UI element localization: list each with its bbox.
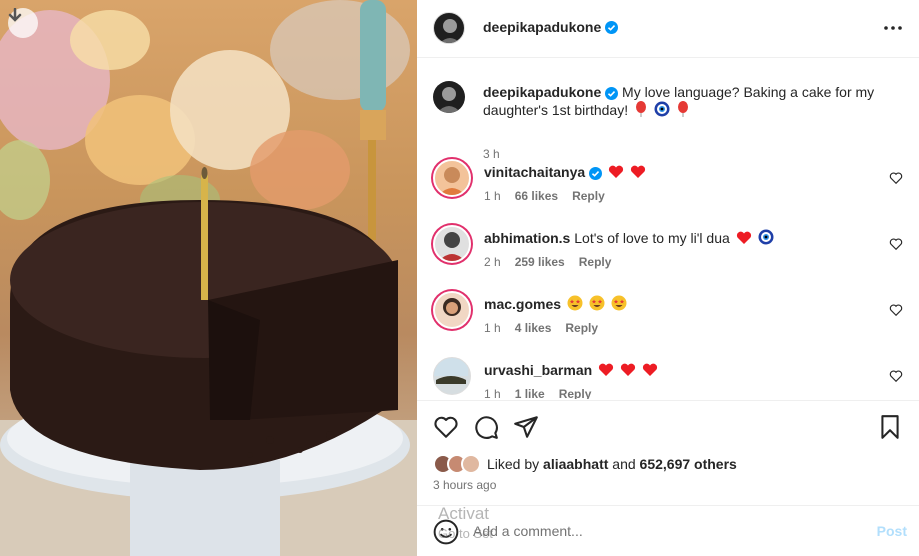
comment-likes[interactable]: 66 likes	[515, 189, 558, 203]
comment-bubble-icon[interactable]	[473, 414, 499, 440]
comment-item: vinitachaitanya 1 h 66 likes Reply	[433, 159, 903, 209]
comment-body: abhimation.s Lot's of love to my li'l du…	[484, 229, 774, 247]
like-comment-icon[interactable]	[889, 369, 903, 383]
download-button[interactable]	[8, 8, 38, 38]
red-heart-icon	[630, 165, 645, 178]
balloon-icon	[635, 101, 646, 117]
post-image	[0, 0, 417, 556]
comments-section[interactable]: deepikapadukone My love language? Baking…	[417, 59, 919, 399]
red-heart-icon	[608, 165, 624, 178]
windows-activation-watermark: Activat Go to Set	[438, 504, 493, 544]
like-comment-icon[interactable]	[889, 303, 903, 317]
more-options-icon	[884, 26, 902, 30]
likes-summary: Liked by aliaabhatt and 652,697 others	[433, 454, 737, 474]
liked-by-prefix: Liked by	[487, 456, 540, 472]
liked-by-user[interactable]: aliaabhatt	[543, 456, 608, 472]
comment-item: mac.gomes 1 h 4 likes Reply	[433, 291, 903, 341]
verified-badge-icon	[605, 20, 619, 34]
red-heart-icon	[620, 363, 636, 376]
comment-meta: 1 h 1 like Reply	[484, 387, 591, 399]
commenter-username[interactable]: urvashi_barman	[484, 362, 592, 378]
evil-eye-icon	[758, 229, 774, 245]
like-comment-icon[interactable]	[889, 171, 903, 185]
comment-time: 2 h	[484, 255, 501, 269]
liked-by-others[interactable]: 652,697 others	[640, 456, 737, 472]
star-eyes-emoji-icon	[611, 295, 627, 311]
comment-input[interactable]	[473, 520, 833, 542]
paper-plane-icon[interactable]	[513, 414, 539, 440]
commenter-avatar[interactable]	[433, 225, 471, 263]
more-options-button[interactable]	[883, 18, 903, 38]
caption-body: deepikapadukone My love language? Baking…	[483, 83, 893, 119]
comment-meta: 1 h 4 likes Reply	[484, 321, 598, 335]
verified-badge-icon	[589, 166, 603, 180]
comment-body: urvashi_barman	[484, 361, 658, 379]
red-heart-icon	[736, 231, 751, 244]
reply-button[interactable]: Reply	[579, 255, 612, 269]
reply-button[interactable]: Reply	[572, 189, 605, 203]
commenter-avatar[interactable]	[433, 159, 471, 197]
liked-by-avatars	[433, 454, 481, 474]
caption-author[interactable]: deepikapadukone	[483, 84, 601, 100]
watermark-line2: Go to Set	[438, 526, 493, 541]
balloon-icon	[677, 101, 688, 117]
author-username[interactable]: deepikapadukone	[483, 19, 619, 35]
comment-text: Lot's of love to my li'l dua	[574, 230, 730, 246]
post-header: deepikapadukone	[417, 0, 919, 58]
like-comment-icon[interactable]	[889, 237, 903, 251]
comment-meta: 2 h 259 likes Reply	[484, 255, 611, 269]
comment-likes[interactable]: 1 like	[515, 387, 545, 399]
commenter-avatar[interactable]	[433, 291, 471, 329]
star-eyes-emoji-icon	[589, 295, 605, 311]
comment-time: 1 h	[484, 387, 501, 399]
comment-time: 1 h	[484, 321, 501, 335]
author-avatar[interactable]	[433, 81, 465, 113]
red-heart-icon	[598, 363, 614, 376]
comment-body: vinitachaitanya	[484, 163, 646, 181]
liked-by-and: and	[612, 456, 636, 472]
reply-button[interactable]: Reply	[559, 387, 592, 399]
post-panel: deepikapadukone deepikapadukone My love …	[417, 0, 919, 556]
comment-item: abhimation.s Lot's of love to my li'l du…	[433, 225, 903, 275]
verified-badge-icon	[605, 86, 619, 100]
comment-body: mac.gomes	[484, 295, 627, 313]
commenter-username[interactable]: mac.gomes	[484, 296, 561, 312]
bookmark-icon[interactable]	[877, 414, 903, 440]
heart-outline-icon[interactable]	[433, 414, 459, 440]
commenter-username[interactable]: vinitachaitanya	[484, 164, 585, 180]
commenter-username[interactable]: abhimation.s	[484, 230, 570, 246]
post-time[interactable]: 3 hours ago	[433, 478, 496, 492]
comment-time: 1 h	[484, 189, 501, 203]
comment-item: urvashi_barman 1 h 1 like Reply	[433, 357, 903, 399]
comment-meta: 1 h 66 likes Reply	[484, 189, 605, 203]
evil-eye-icon	[654, 101, 670, 117]
comment-likes[interactable]: 259 likes	[515, 255, 565, 269]
post-comment-button[interactable]: Post	[877, 523, 907, 539]
download-arrow-icon	[8, 8, 22, 22]
reply-button[interactable]: Reply	[565, 321, 598, 335]
post-actions: Liked by aliaabhatt and 652,697 others 3…	[417, 400, 919, 505]
author-name[interactable]: deepikapadukone	[483, 19, 601, 35]
comment-likes[interactable]: 4 likes	[515, 321, 552, 335]
watermark-line1: Activat	[438, 504, 490, 523]
cake-photo	[0, 0, 417, 556]
red-heart-icon	[642, 363, 657, 376]
star-eyes-emoji-icon	[567, 295, 583, 311]
liker-avatar	[461, 454, 481, 474]
author-avatar[interactable]	[433, 12, 465, 44]
commenter-avatar[interactable]	[433, 357, 471, 395]
